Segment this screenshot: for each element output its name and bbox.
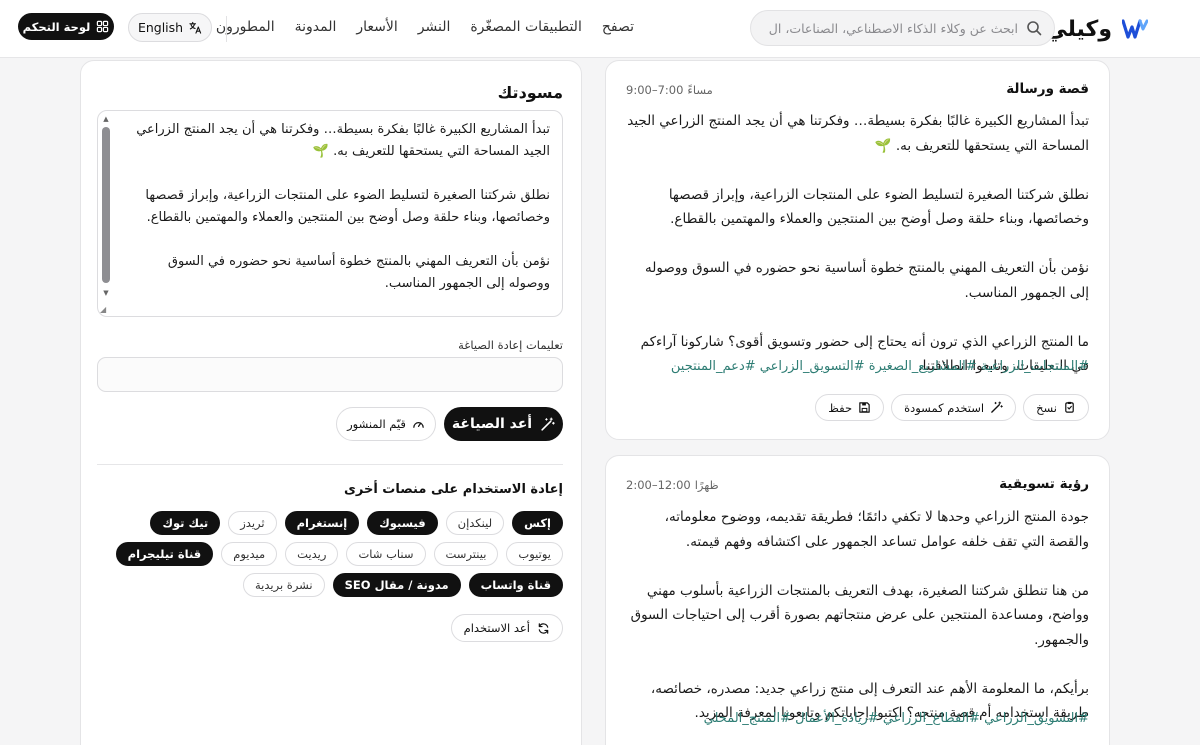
- draft-scrollbar[interactable]: ▲ ▼: [100, 113, 112, 303]
- save-button[interactable]: حفظ: [815, 394, 885, 421]
- scroll-thumb[interactable]: [102, 127, 110, 283]
- resize-handle-icon[interactable]: ◢: [100, 305, 106, 314]
- nav-item-pricing[interactable]: الأسعار: [356, 19, 397, 35]
- nav-item-blog[interactable]: المدونة: [295, 19, 337, 35]
- post-card-title: قصة ورسالة: [1006, 81, 1089, 97]
- header-divider: [226, 16, 227, 42]
- language-switch-button[interactable]: English: [128, 13, 212, 42]
- platform-chip-whatsapp[interactable]: قناة واتساب: [468, 573, 563, 597]
- rephrase-instructions-input[interactable]: [97, 357, 563, 392]
- platform-chip-instagram[interactable]: إنستغرام: [284, 511, 360, 535]
- post-hashtags: #المنتجات_الزراعية #المشاريع_الصغيرة #ال…: [670, 359, 1089, 374]
- logo-mark-icon: [1122, 19, 1148, 39]
- platform-chips: إكس لينكدإن فيسبوك إنستغرام ثريدز تيك تو…: [97, 511, 563, 597]
- nav-item-publishing[interactable]: النشر: [418, 19, 451, 35]
- use-as-draft-button[interactable]: استخدم كمسودة: [891, 394, 1017, 421]
- copy-label: نسخ: [1036, 400, 1057, 415]
- post-time-slot: 2:00–12:00 ظهرًا: [626, 478, 719, 492]
- platform-chip-snapchat[interactable]: سناب شات: [346, 542, 426, 566]
- post-time-slot: 9:00–7:00 مساءً: [626, 83, 713, 97]
- language-label: English: [137, 20, 184, 35]
- platform-chip-youtube[interactable]: يوتيوب: [506, 542, 563, 566]
- platform-chip-tiktok[interactable]: تيك توك: [150, 511, 221, 535]
- translate-icon: [189, 21, 202, 34]
- post-card-body: جودة المنتج الزراعي وحدها لا تكفي دائمًا…: [630, 509, 1089, 721]
- copy-button[interactable]: نسخ: [1023, 394, 1089, 421]
- draft-textarea[interactable]: تبدأ المشاريع الكبيرة غالبًا بفكرة بسيطة…: [97, 110, 563, 317]
- platform-chip-seo-blog[interactable]: مدونة / مقال SEO: [332, 573, 461, 597]
- magic-wand-icon: [991, 401, 1003, 413]
- post-card-story: قصة ورسالة 9:00–7:00 مساءً تبدأ المشاريع…: [605, 60, 1110, 440]
- main-nav: تصفح التطبيقات المصغّرة النشر الأسعار ال…: [216, 16, 634, 38]
- dashboard-button[interactable]: لوحة التحكم: [18, 13, 114, 40]
- time-range: 9:00–7:00: [626, 83, 684, 97]
- gauge-icon: [413, 421, 424, 428]
- time-range: 2:00–12:00: [626, 478, 691, 492]
- platform-chip-telegram[interactable]: قناة تيليجرام: [115, 542, 214, 566]
- brand-logo[interactable]: وكيلي: [1045, 14, 1148, 44]
- search-icon: [1027, 21, 1042, 36]
- time-period: ظهرًا: [694, 478, 719, 492]
- post-card-body: تبدأ المشاريع الكبيرة غالبًا بفكرة بسيطة…: [627, 113, 1089, 374]
- section-divider: [97, 464, 563, 465]
- post-card-marketing-vision: رؤية تسويقية 2:00–12:00 ظهرًا جودة المنت…: [605, 455, 1110, 745]
- platform-chip-medium[interactable]: ميديوم: [221, 542, 278, 566]
- platform-chip-newsletter[interactable]: نشرة بريدية: [243, 573, 325, 597]
- save-label: حفظ: [828, 400, 853, 415]
- platform-chip-facebook[interactable]: فيسبوك: [367, 511, 438, 535]
- save-icon: [859, 402, 870, 413]
- brand-name: وكيلي: [1045, 16, 1112, 42]
- scroll-up-icon[interactable]: ▲: [102, 115, 110, 123]
- reuse-button[interactable]: أعد الاستخدام: [450, 614, 563, 642]
- platform-chip-linkedin[interactable]: لينكدإن: [445, 511, 505, 535]
- nav-item-mini-apps[interactable]: التطبيقات المصغّرة: [470, 19, 582, 35]
- platform-chip-reddit[interactable]: ريديت: [285, 542, 339, 566]
- nav-item-developers[interactable]: المطورون: [216, 19, 275, 35]
- search-bar[interactable]: [750, 10, 1055, 46]
- dashboard-icon: [97, 20, 109, 33]
- copy-icon: [1065, 401, 1074, 413]
- reuse-label: أعد الاستخدام: [463, 621, 530, 635]
- rephrase-instructions-label: تعليمات إعادة الصياغة: [458, 338, 563, 352]
- platform-chip-x[interactable]: إكس: [512, 511, 563, 535]
- draft-title: مسودتك: [497, 83, 563, 102]
- nav-item-browse[interactable]: تصفح: [602, 19, 634, 35]
- rephrase-button[interactable]: أعد الصياغة: [444, 407, 563, 441]
- post-card-actions: نسخ استخدم كمسودة حفظ: [815, 394, 1089, 421]
- refresh-icon: [538, 622, 549, 634]
- post-hashtags: #التسويق_الزراعي #القطاع_الزراعي #ريادة_…: [703, 711, 1089, 726]
- search-input[interactable]: [763, 20, 1018, 36]
- rephrase-label: أعد الصياغة: [451, 416, 533, 432]
- evaluate-post-button[interactable]: قيّم المنشور: [336, 407, 436, 441]
- draft-panel: مسودتك تبدأ المشاريع الكبيرة غالبًا بفكر…: [80, 60, 582, 745]
- magic-wand-icon: [541, 417, 555, 431]
- scroll-down-icon[interactable]: ▼: [102, 289, 110, 297]
- use-as-draft-label: استخدم كمسودة: [904, 400, 985, 415]
- reuse-section-title: إعادة الاستخدام على منصات أخرى: [343, 482, 563, 497]
- dashboard-label: لوحة التحكم: [22, 19, 91, 34]
- post-card-title: رؤية تسويقية: [999, 476, 1089, 492]
- platform-chip-threads[interactable]: ثريدز: [228, 511, 277, 535]
- draft-text[interactable]: تبدأ المشاريع الكبيرة غالبًا بفكرة بسيطة…: [124, 119, 550, 316]
- time-period: مساءً: [687, 83, 713, 97]
- top-navbar: وكيلي تصفح التطبيقات المصغّرة النشر الأس…: [0, 0, 1200, 58]
- evaluate-post-label: قيّم المنشور: [347, 417, 406, 431]
- platform-chip-pinterest[interactable]: بينترست: [433, 542, 499, 566]
